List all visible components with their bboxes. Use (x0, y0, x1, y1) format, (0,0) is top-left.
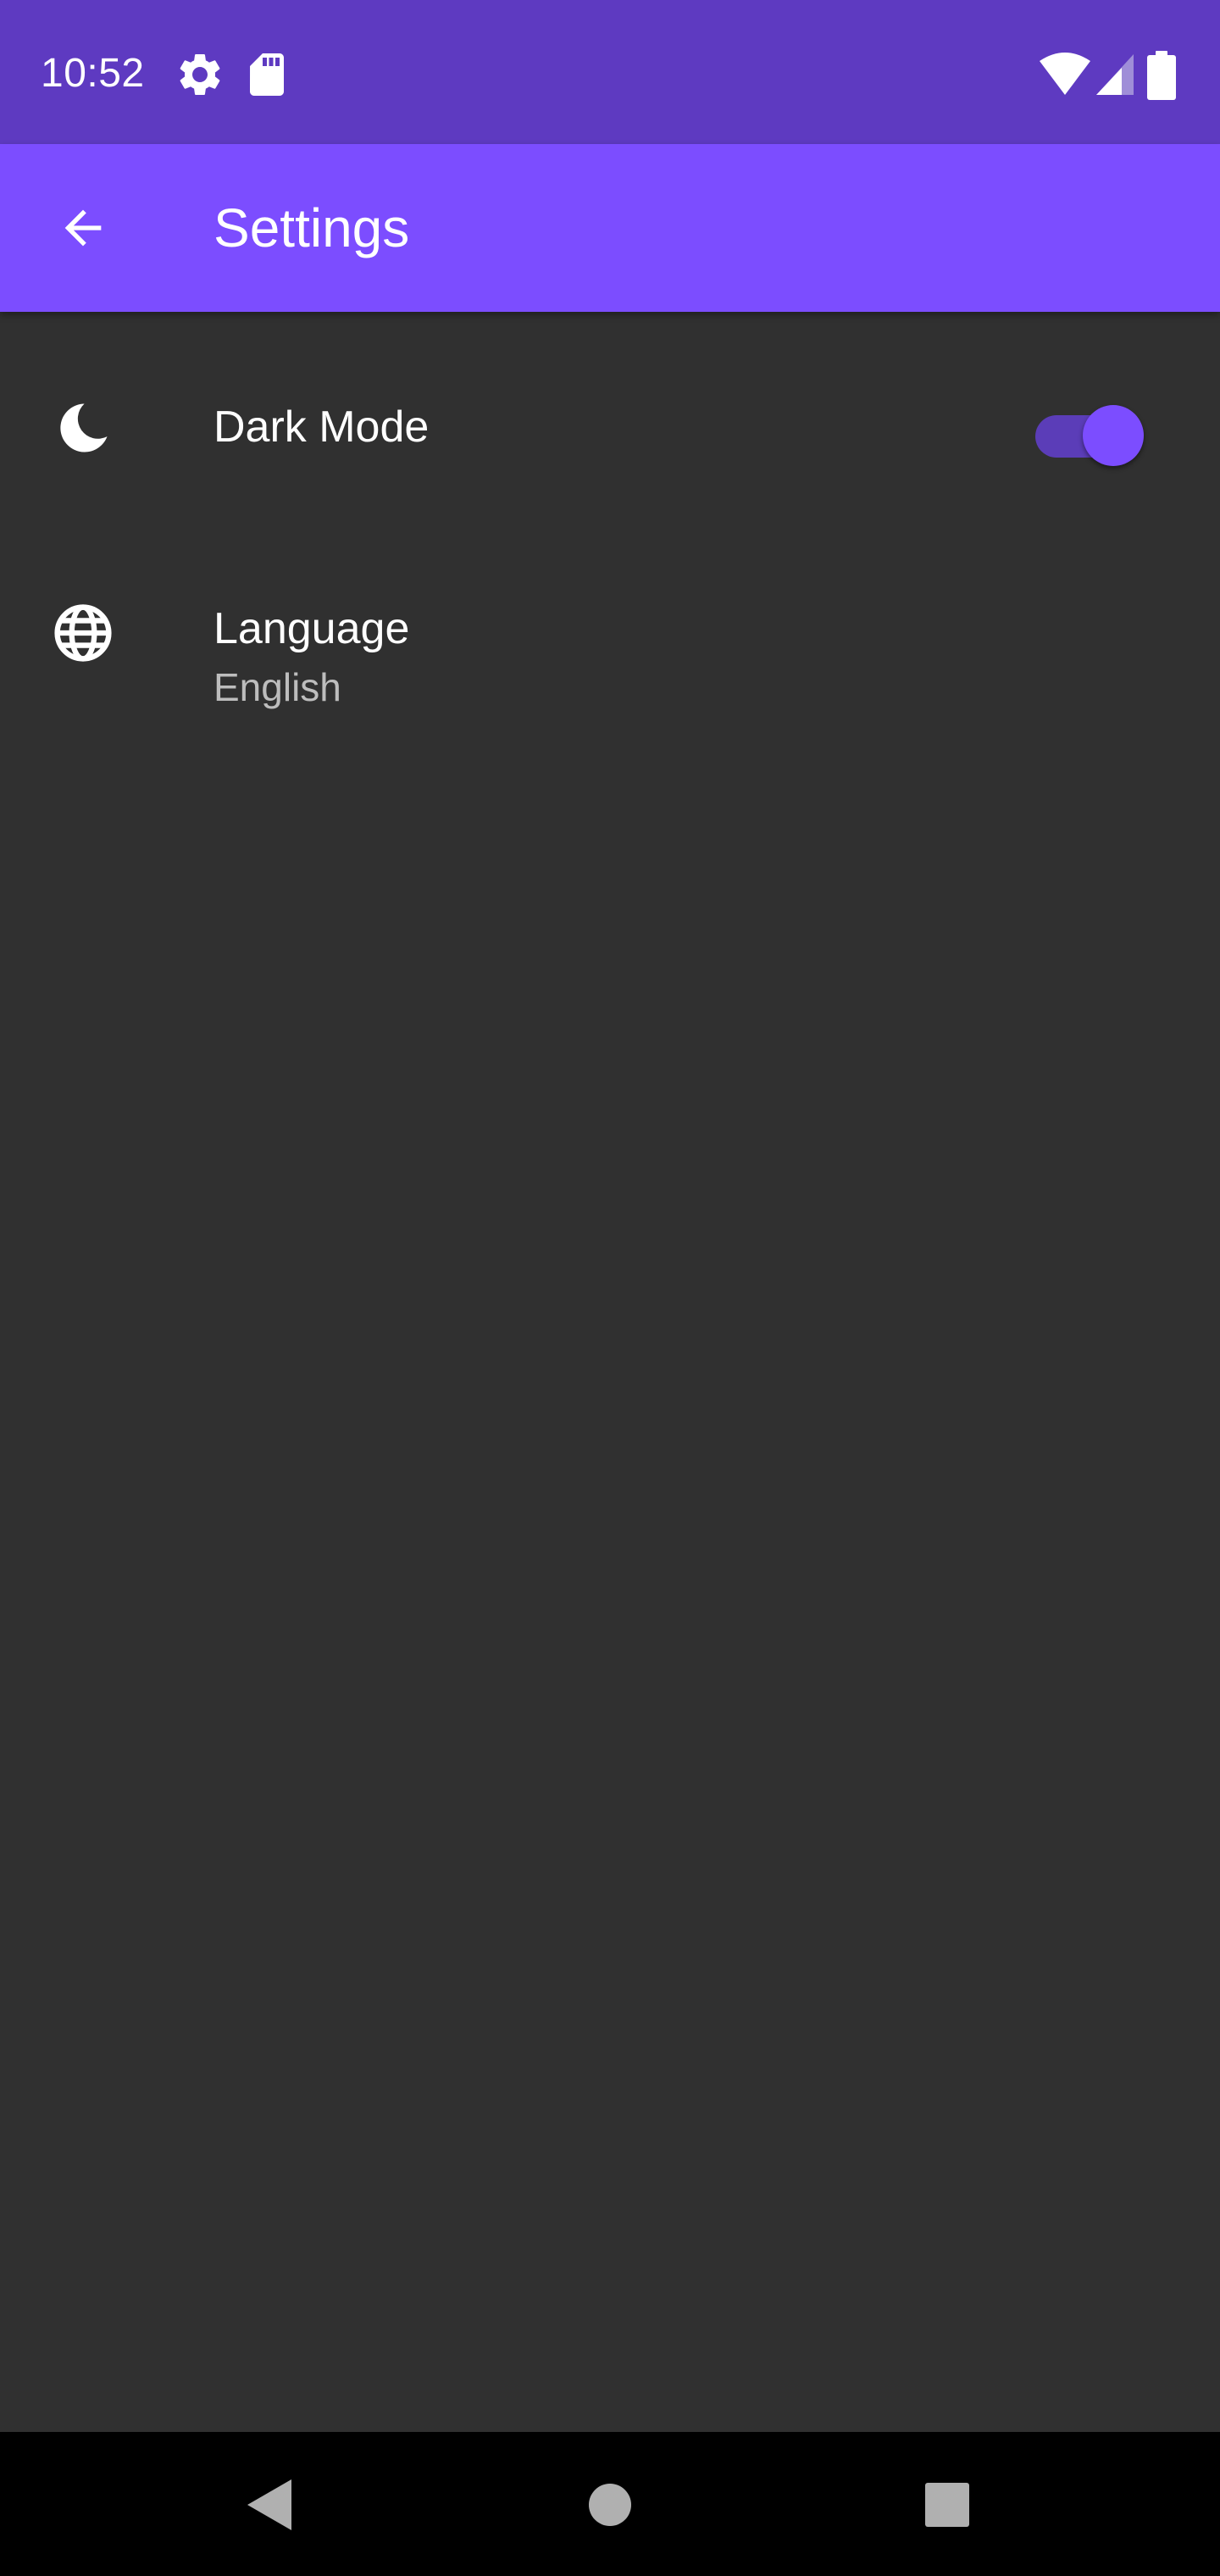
moon-icon (60, 403, 108, 452)
app-bar: Settings (0, 144, 1220, 312)
navigation-bar (0, 2432, 1220, 2576)
gear-icon (180, 53, 220, 95)
wifi-icon (1040, 53, 1090, 95)
status-bar: 10:52 (0, 0, 1220, 144)
nav-home-icon[interactable] (588, 2483, 632, 2527)
arrow-back-icon (64, 209, 102, 247)
language-value: English (214, 665, 341, 709)
page-title: Settings (214, 197, 410, 258)
dark-mode-label: Dark Mode (214, 402, 430, 452)
dark-mode-setting[interactable]: Dark Mode (0, 339, 1220, 517)
nav-back-icon[interactable] (244, 2478, 295, 2532)
sd-card-icon (250, 53, 284, 96)
switch-thumb (1083, 405, 1144, 466)
settings-screen: 10:52 Settings Dark Mode Language Englis… (0, 0, 1220, 2576)
status-time: 10:52 (41, 51, 145, 96)
dark-mode-switch[interactable] (1032, 397, 1145, 466)
signal-icon (1096, 54, 1134, 95)
nav-recents-icon[interactable] (925, 2483, 969, 2527)
back-button[interactable] (41, 186, 125, 270)
language-label: Language (214, 604, 410, 653)
battery-icon (1147, 51, 1176, 100)
globe-icon (54, 604, 112, 662)
language-setting[interactable]: Language English (0, 542, 1220, 746)
